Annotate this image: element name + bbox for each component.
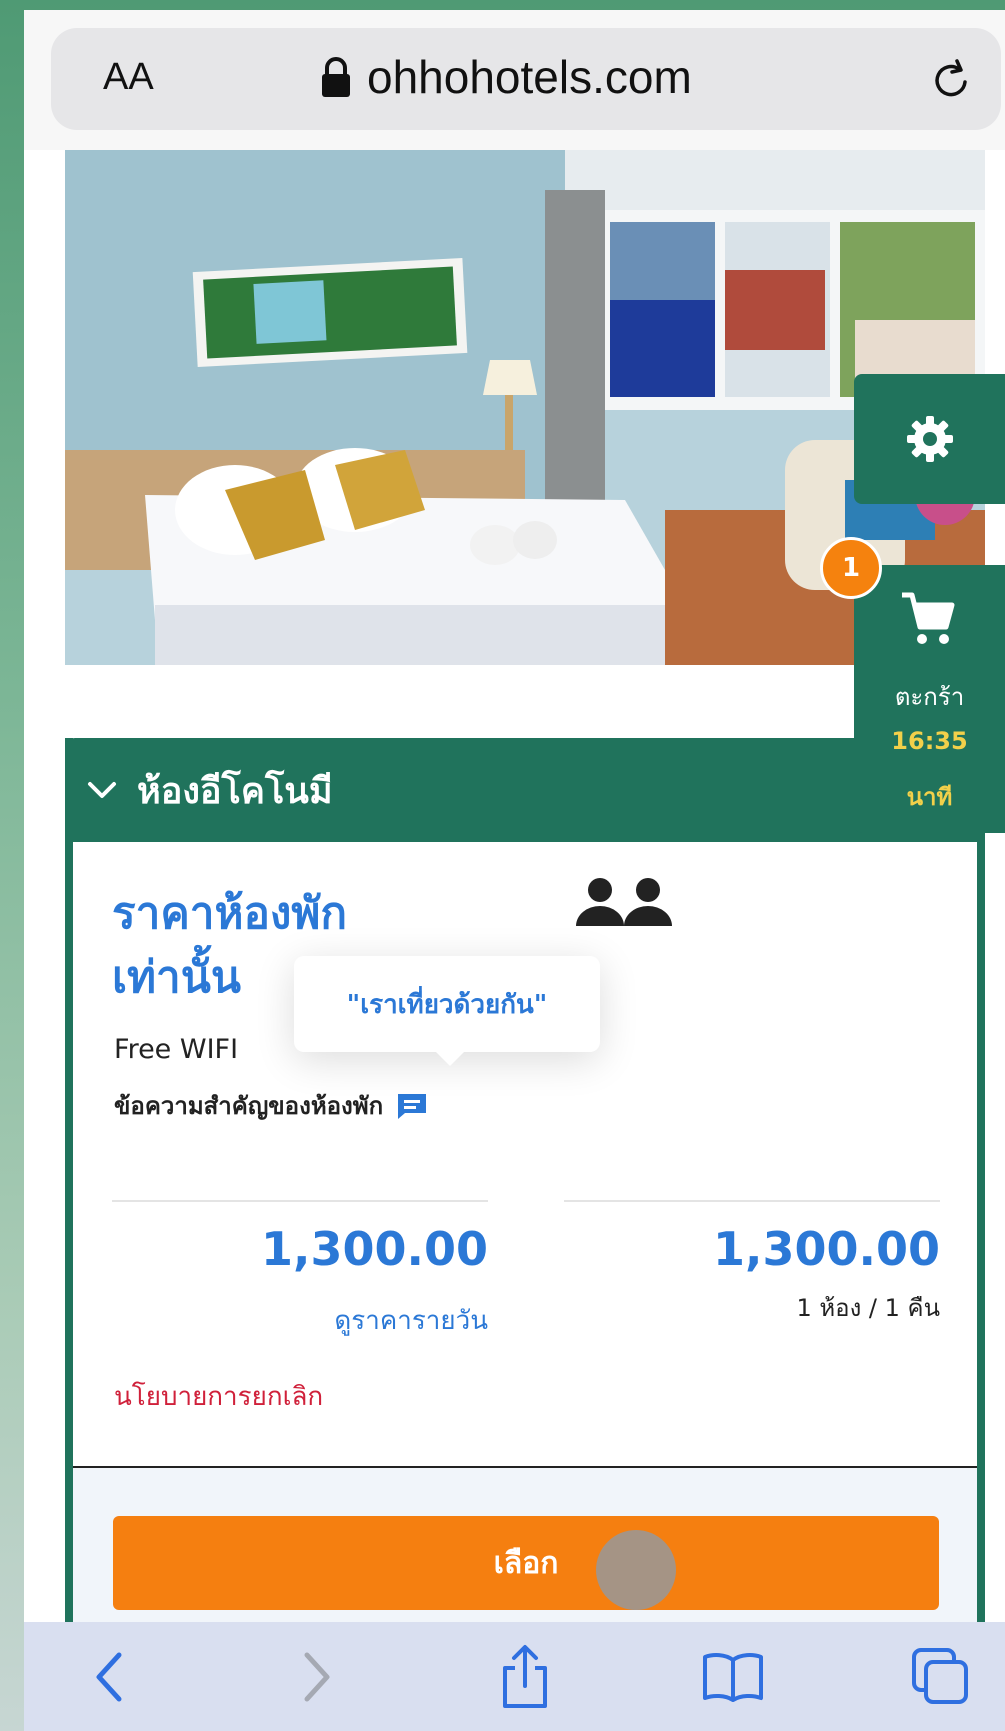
daily-price: 1,300.00 (261, 1222, 488, 1276)
back-icon (96, 1652, 122, 1702)
bookmarks-icon (703, 1653, 763, 1702)
shopping-cart-icon (902, 592, 955, 644)
share-button[interactable] (490, 1642, 560, 1712)
cart-timer: 16:35 (891, 727, 968, 755)
url-text: ohhohotels.com (367, 51, 692, 103)
cancellation-policy-link[interactable]: นโยบายการยกเลิก (114, 1376, 323, 1417)
lock-icon (322, 57, 350, 97)
address-bar[interactable]: AA ohhohotels.com (51, 28, 1001, 130)
address-bar-area: AA ohhohotels.com (24, 10, 1005, 150)
touch-indicator (596, 1530, 676, 1610)
daily-rate-link[interactable]: ดูราคารายวัน (112, 1300, 488, 1341)
room-header[interactable]: ห้องอีโคโนมี (65, 738, 985, 842)
text-size-button[interactable]: AA (103, 56, 154, 99)
browser-toolbar (24, 1622, 1005, 1731)
chevron-down-icon (88, 782, 116, 798)
select-button-label: เลือก (493, 1545, 559, 1581)
gear-icon (906, 416, 953, 462)
bookmarks-button[interactable] (698, 1642, 768, 1712)
tooltip-text: "เราเที่ยวด้วยกัน" (346, 989, 548, 1020)
reload-icon[interactable] (927, 56, 975, 104)
important-message-label: ข้อความสำคัญของห้องพัก (114, 1092, 384, 1120)
room-name: ห้องอีโคโนมี (137, 770, 333, 812)
message-tooltip: "เราเที่ยวด้วยกัน" (294, 956, 600, 1066)
settings-tab[interactable] (854, 374, 1005, 504)
divider (564, 1200, 940, 1202)
divider (112, 1200, 488, 1202)
select-room-button[interactable]: เลือก (113, 1516, 939, 1610)
url-display[interactable]: ohhohotels.com (319, 50, 692, 104)
forward-icon (304, 1652, 330, 1702)
text-size-label: AA (103, 56, 154, 98)
cart-count-badge: 1 (820, 537, 882, 599)
message-icon[interactable] (395, 1091, 429, 1121)
forward-button[interactable] (282, 1642, 352, 1712)
amenity-wifi: Free WIFI (114, 1034, 239, 1065)
total-price: 1,300.00 (713, 1222, 940, 1276)
two-guests-icon (576, 878, 672, 926)
browser-viewport: AA ohhohotels.com ห้องอีโคโนมี ราคาห้องพ… (24, 10, 1005, 1731)
back-button[interactable] (74, 1642, 144, 1712)
important-message[interactable]: ข้อความสำคัญของห้องพัก (114, 1086, 429, 1125)
share-icon (503, 1645, 547, 1708)
cart-label: ตะกร้า (894, 683, 965, 711)
tabs-button[interactable] (906, 1642, 976, 1712)
cart-tab[interactable]: ตะกร้า 16:35 นาที (854, 565, 1005, 833)
tabs-icon (912, 1648, 968, 1704)
cart-timer-unit: นาที (906, 783, 953, 811)
price-unit: 1 ห้อง / 1 คืน (796, 1294, 940, 1322)
